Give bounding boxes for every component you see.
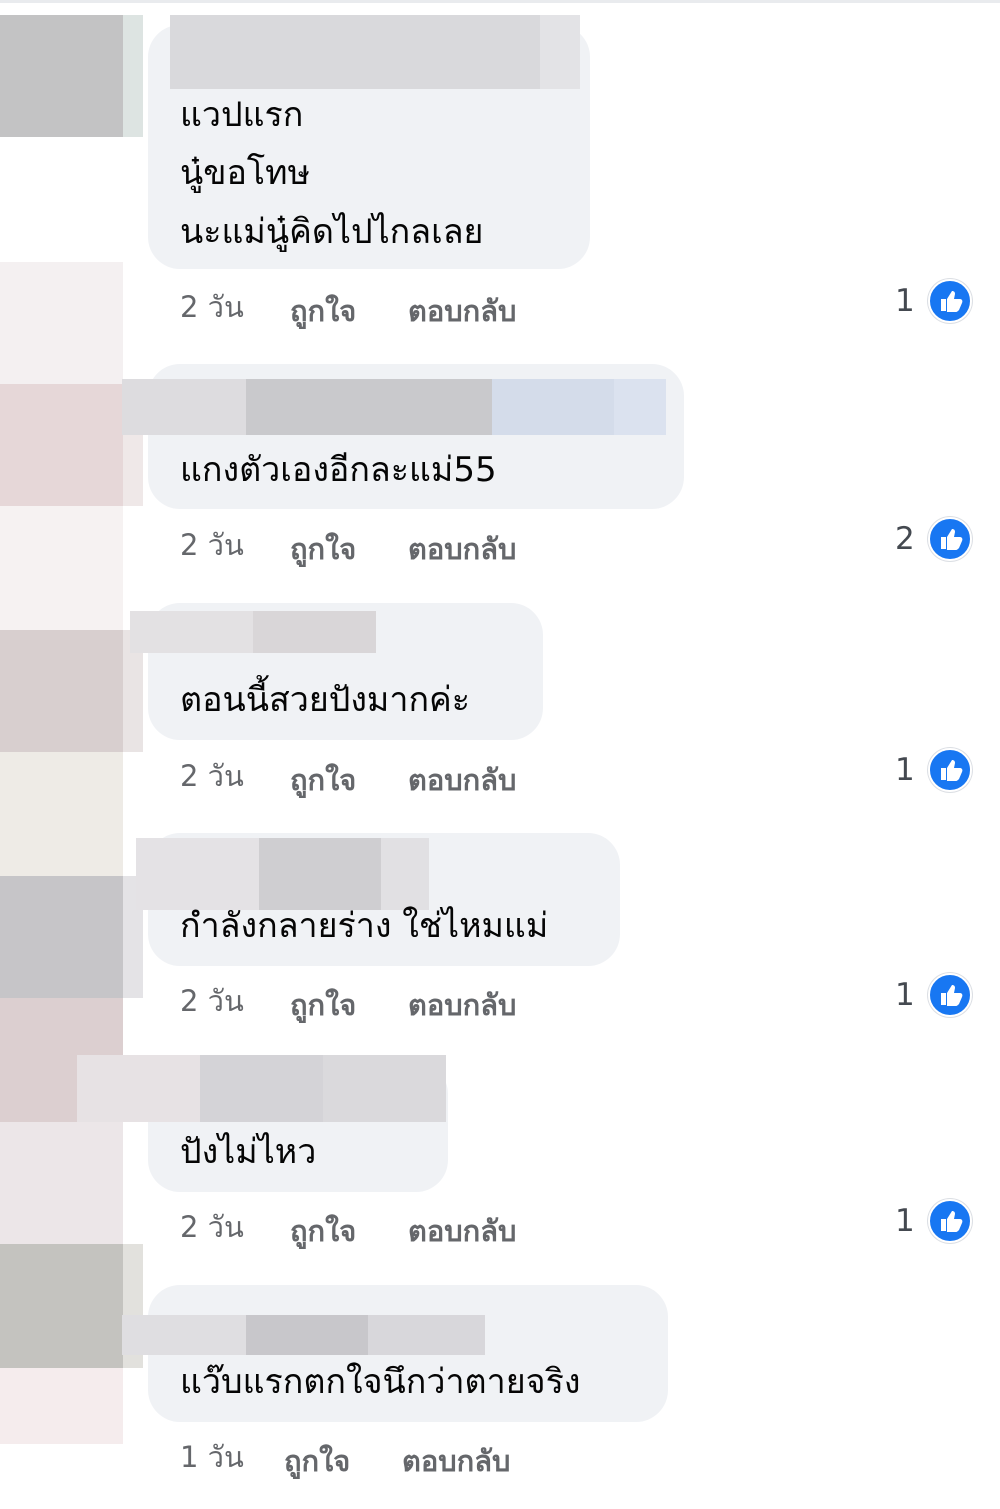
avatar[interactable] [0, 15, 123, 137]
like-button[interactable]: ถูกใจ [290, 526, 356, 572]
commenter-name-censored [492, 379, 614, 435]
comment-time[interactable]: 2 วัน [180, 1204, 244, 1250]
like-button[interactable]: ถูกใจ [290, 757, 356, 803]
reply-button[interactable]: ตอบกลับ [408, 288, 516, 334]
reaction-count-number: 1 [895, 1203, 915, 1239]
like-button[interactable]: ถูกใจ [290, 288, 356, 334]
thumbs-up-icon [928, 748, 972, 792]
commenter-name-censored[interactable] [170, 15, 540, 89]
reaction-count[interactable]: 2 [895, 517, 975, 563]
comment-time[interactable]: 2 วัน [180, 978, 244, 1024]
reaction-count-number: 1 [895, 752, 915, 788]
avatar[interactable] [0, 262, 123, 384]
thumbs-up-icon [928, 517, 972, 561]
comment-text-line: ตอนนี้สวยปังมากค่ะ [180, 680, 471, 720]
commenter-name-censored[interactable] [130, 611, 253, 653]
comment-text-line: แกงตัวเองอีกละแม่55 [180, 450, 497, 490]
comment-time[interactable]: 2 วัน [180, 284, 244, 330]
commenter-name-censored [246, 1315, 368, 1355]
like-button[interactable]: ถูกใจ [290, 982, 356, 1028]
commenter-name-censored [323, 1055, 446, 1122]
comment-time[interactable]: 1 วัน [180, 1434, 244, 1480]
comment-text-line: ปังไม่ไหว [180, 1132, 317, 1172]
top-divider [0, 0, 1000, 3]
comment-text-line: นู๋ขอโทษ [180, 153, 310, 193]
reaction-count-number: 1 [895, 283, 915, 319]
reaction-count[interactable]: 1 [895, 1199, 975, 1245]
reaction-count[interactable]: 1 [895, 973, 975, 1019]
commenter-name-censored [368, 1315, 485, 1355]
avatar[interactable] [0, 630, 123, 752]
avatar[interactable] [0, 752, 123, 876]
thumbs-up-icon [928, 973, 972, 1017]
commenter-name-censored[interactable] [122, 379, 246, 435]
comment-text-line: แว๊บแรกตกใจนึกว่าตายจริง [180, 1362, 581, 1402]
commenter-name-censored [540, 15, 580, 89]
avatar[interactable] [0, 1244, 123, 1368]
reaction-count[interactable]: 1 [895, 748, 975, 794]
comment-text-line: นะแม่นู๋คิดไปไกลเลย [180, 212, 484, 252]
reply-button[interactable]: ตอบกลับ [408, 526, 516, 572]
comment-text-line: กำลังกลายร่าง ใช่ไหมแม่ [180, 906, 549, 946]
reply-button[interactable]: ตอบกลับ [408, 757, 516, 803]
reaction-count[interactable]: 1 [895, 279, 975, 325]
commenter-name-censored [253, 611, 376, 653]
thumbs-up-icon [928, 1199, 972, 1243]
thumbs-up-icon [928, 279, 972, 323]
comment-text-line: แวปแรก [180, 95, 304, 135]
comment-time[interactable]: 2 วัน [180, 753, 244, 799]
like-button[interactable]: ถูกใจ [284, 1438, 350, 1484]
commenter-name-censored[interactable] [122, 1315, 246, 1355]
avatar-column [0, 0, 145, 1509]
avatar[interactable] [0, 1122, 123, 1244]
avatar[interactable] [0, 384, 123, 506]
avatar[interactable] [0, 1368, 123, 1444]
like-button[interactable]: ถูกใจ [290, 1208, 356, 1254]
commenter-name-censored [246, 379, 492, 435]
commenter-name-censored [200, 1055, 323, 1122]
reaction-count-number: 2 [895, 521, 915, 557]
reply-button[interactable]: ตอบกลับ [408, 1208, 516, 1254]
reaction-count-number: 1 [895, 977, 915, 1013]
avatar[interactable] [0, 876, 123, 998]
commenter-name-censored[interactable] [77, 1055, 200, 1122]
comment-time[interactable]: 2 วัน [180, 522, 244, 568]
reply-button[interactable]: ตอบกลับ [402, 1438, 510, 1484]
commenter-name-censored [614, 379, 666, 435]
avatar-edge [123, 15, 143, 137]
avatar[interactable] [0, 506, 123, 630]
reply-button[interactable]: ตอบกลับ [408, 982, 516, 1028]
